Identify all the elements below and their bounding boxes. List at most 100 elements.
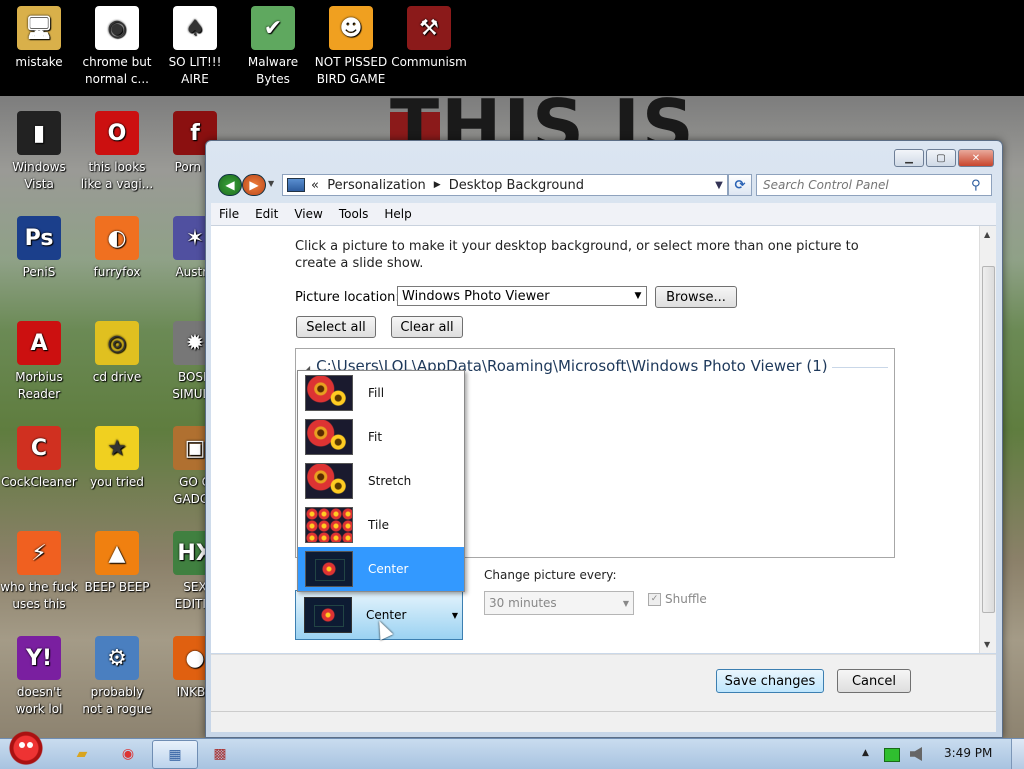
forward-button[interactable]: ▶: [242, 174, 266, 196]
desktop-shortcut[interactable]: Ps PeniS: [0, 210, 78, 281]
chrome-icon: ◉: [121, 745, 135, 762]
position-option-label: Fill: [368, 386, 385, 400]
clock[interactable]: 3:49 PM: [944, 746, 992, 760]
desktop-shortcut[interactable]: ☻ NOT PISSED BIRD GAME: [312, 0, 390, 88]
breadcrumb-desktop-background[interactable]: Desktop Background: [449, 178, 584, 193]
gallery-divider: [832, 367, 888, 368]
menu-bar: File Edit View Tools Help: [211, 203, 996, 226]
position-option-stretch[interactable]: Stretch: [298, 459, 464, 503]
search-box: ⚲: [756, 174, 992, 196]
picture-location-select[interactable]: Windows Photo Viewer ▼: [397, 286, 647, 306]
show-hidden-icons-button[interactable]: ▲: [862, 748, 869, 758]
position-option-fill[interactable]: Fill: [298, 371, 464, 415]
position-option-label: Stretch: [368, 474, 412, 488]
menu-help[interactable]: Help: [376, 207, 419, 221]
chevron-down-icon: ▼: [634, 291, 642, 301]
desktop-shortcut-label: probably not a rogue: [82, 685, 152, 716]
show-desktop-button[interactable]: [1011, 739, 1024, 769]
position-option-fit[interactable]: Fit: [298, 415, 464, 459]
position-option-center[interactable]: Center: [298, 547, 464, 591]
recent-pages-button[interactable]: ▼: [268, 179, 274, 188]
menu-edit[interactable]: Edit: [247, 207, 286, 221]
maximize-button[interactable]: ▢: [926, 149, 956, 167]
picture-location-label: Picture location:: [295, 290, 400, 305]
position-option-tile[interactable]: Tile: [298, 503, 464, 547]
cancel-button[interactable]: Cancel: [837, 669, 911, 693]
breadcrumb-separator-icon[interactable]: ▶: [434, 180, 441, 190]
picture-position-dropdown: Fill Fit Stretch Tile Center: [297, 370, 465, 592]
refresh-button[interactable]: ⟳: [728, 174, 752, 196]
desktop-shortcut-label: who the fuck uses this: [0, 580, 78, 611]
ccleaner-icon: C: [17, 426, 61, 470]
scroll-up-icon[interactable]: ▲: [984, 230, 990, 239]
clear-all-button[interactable]: Clear all: [391, 316, 463, 338]
menu-tools[interactable]: Tools: [331, 207, 377, 221]
vertical-scrollbar[interactable]: ▲ ▼: [979, 226, 996, 653]
position-option-thumbnail: [305, 375, 353, 411]
position-option-thumbnail: [305, 551, 353, 587]
desktop-shortcut-label: Malware Bytes: [247, 55, 299, 86]
shuffle-checkbox[interactable]: ✓ Shuffle: [648, 592, 707, 606]
search-input[interactable]: [757, 177, 971, 193]
bin-icon: ▮: [17, 111, 61, 155]
search-icon[interactable]: ⚲: [971, 178, 981, 193]
desktop-shortcut-label: Morbius Reader: [15, 370, 63, 401]
desktop-shortcut[interactable]: ★ you tried: [78, 420, 156, 491]
desktop-shortcut[interactable]: ▮ Windows Vista: [0, 105, 78, 193]
interval-select[interactable]: 30 minutes ▼: [484, 591, 634, 615]
desktop-shortcut-label: NOT PISSED BIRD GAME: [314, 55, 388, 86]
refresh-icon: ⟳: [734, 177, 746, 193]
position-option-label: Tile: [368, 518, 390, 532]
scroll-thumb[interactable]: [982, 266, 995, 613]
select-all-button[interactable]: Select all: [296, 316, 376, 338]
settings-icon: ⚙: [95, 636, 139, 680]
desktop-shortcut-label: chrome but normal c...: [82, 55, 152, 86]
checkbox-icon[interactable]: ✓: [648, 592, 661, 606]
desktop-shortcut[interactable]: ✔ Malware Bytes: [234, 0, 312, 88]
browse-button[interactable]: Browse...: [655, 286, 737, 308]
close-button[interactable]: ✕: [958, 149, 994, 167]
communism-icon: ⚒: [407, 6, 451, 50]
taskbar-app-button[interactable]: ▩: [198, 740, 242, 767]
scroll-down-icon[interactable]: ▼: [984, 640, 990, 649]
desktop-shortcut[interactable]: ⚡ who the fuck uses this: [0, 525, 78, 613]
computer-icon: 🖥: [17, 6, 61, 50]
taskbar-explorer-button[interactable]: ▰: [60, 740, 104, 767]
position-option-thumbnail: [305, 419, 353, 455]
address-bar[interactable]: « Personalization ▶ Desktop Background ▼: [282, 174, 728, 196]
desktop-shortcut[interactable]: ♠ SO LIT!!! AIRE: [156, 0, 234, 88]
desktop-shortcut[interactable]: ▲ BEEP BEEP: [78, 525, 156, 596]
network-icon[interactable]: [884, 748, 900, 762]
desktop-banner: THIS IS: [390, 96, 696, 140]
desktop-shortcut[interactable]: ⚒ Communism: [390, 0, 468, 71]
desktop-shortcut[interactable]: ◎ cd drive: [78, 315, 156, 386]
desktop-shortcut[interactable]: ⚙ probably not a rogue: [78, 630, 156, 718]
yahoo-icon: Y!: [17, 636, 61, 680]
volume-icon[interactable]: [910, 747, 922, 761]
star-icon: ★: [95, 426, 139, 470]
desktop-shortcut-label: you tried: [90, 475, 144, 489]
breadcrumb-root-chevron[interactable]: «: [311, 178, 327, 193]
chevron-down-icon: ▼: [622, 598, 629, 608]
desktop-shortcut[interactable]: 🖥 mistake: [0, 0, 78, 71]
status-bar: [211, 711, 996, 732]
minimize-button[interactable]: ▁: [894, 149, 924, 167]
taskbar-chrome-button[interactable]: ◉: [106, 740, 150, 767]
cd-icon: ◎: [95, 321, 139, 365]
breadcrumb-personalization[interactable]: Personalization: [327, 178, 426, 193]
menu-view[interactable]: View: [286, 207, 330, 221]
control-panel-icon: [287, 178, 305, 192]
address-dropdown-icon[interactable]: ▼: [711, 180, 727, 191]
desktop-shortcut[interactable]: A Morbius Reader: [0, 315, 78, 403]
taskbar-control-panel-button[interactable]: ▦: [152, 740, 198, 769]
start-button[interactable]: [6, 731, 46, 769]
desktop-shortcut[interactable]: Othis looks like a vagi...: [78, 105, 156, 193]
desktop-shortcut[interactable]: ◐ furryfox: [78, 210, 156, 281]
interval-value: 30 minutes: [489, 596, 557, 610]
desktop-shortcut[interactable]: ◉ chrome but normal c...: [78, 0, 156, 88]
save-changes-button[interactable]: Save changes: [716, 669, 824, 693]
desktop-shortcut[interactable]: Y! doesn't work lol: [0, 630, 78, 718]
menu-file[interactable]: File: [211, 207, 247, 221]
back-button[interactable]: ◀: [218, 174, 242, 196]
desktop-shortcut[interactable]: C CockCleaner: [0, 420, 78, 491]
